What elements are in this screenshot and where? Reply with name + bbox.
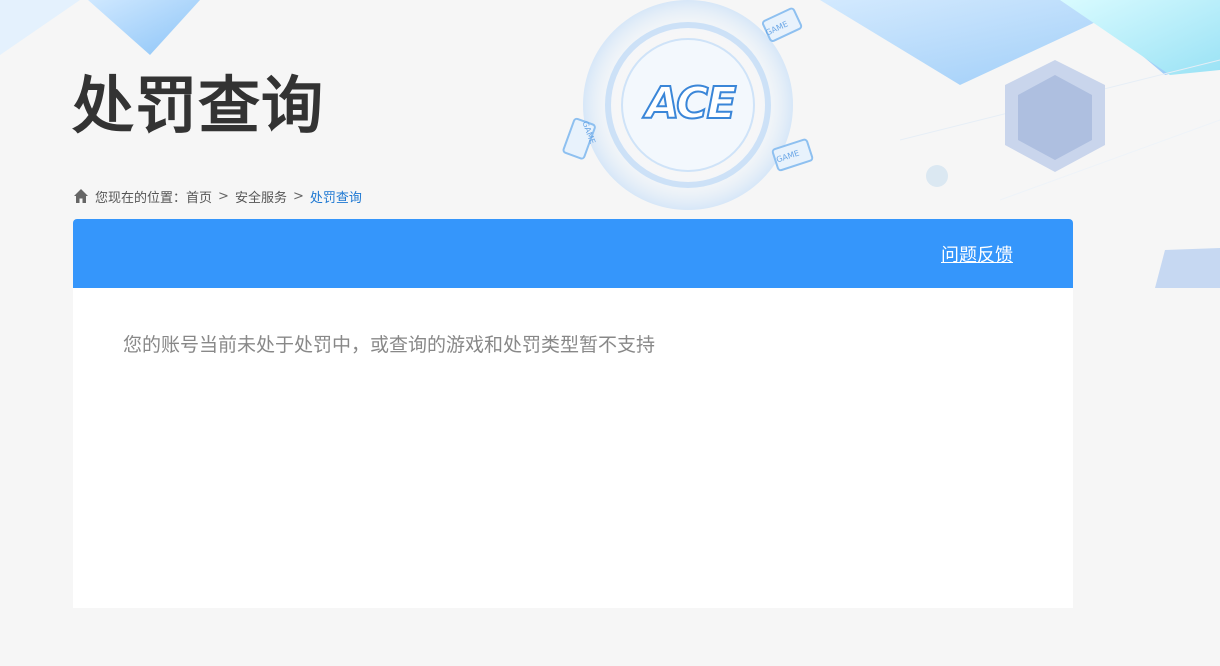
feedback-link[interactable]: 问题反馈 [941, 241, 1013, 267]
home-icon [74, 189, 88, 203]
breadcrumb-separator: > [292, 188, 304, 204]
breadcrumb-prefix: 您现在的位置： [95, 190, 187, 206]
breadcrumb: 您现在的位置： 首页 > 安全服务 > 处罚查询 [73, 186, 362, 206]
breadcrumb-security-link[interactable]: 安全服务 [235, 187, 287, 206]
status-message: 您的账号当前未处于处罚中，或查询的游戏和处罚类型暂不支持 [123, 334, 656, 356]
panel-body: 您的账号当前未处于处罚中，或查询的游戏和处罚类型暂不支持 [73, 288, 1073, 399]
breadcrumb-separator: > [218, 188, 229, 204]
breadcrumb-current: 处罚查询 [309, 190, 362, 206]
breadcrumb-home-link[interactable]: 首页 [186, 187, 212, 206]
ace-logo: ACE [636, 77, 744, 130]
page-title: 处罚查询 [72, 69, 325, 142]
result-panel: 问题反馈 您的账号当前未处于处罚中，或查询的游戏和处罚类型暂不支持 [73, 219, 1073, 608]
panel-header: 问题反馈 [73, 219, 1073, 288]
ace-logo-text: ACE [644, 77, 737, 130]
